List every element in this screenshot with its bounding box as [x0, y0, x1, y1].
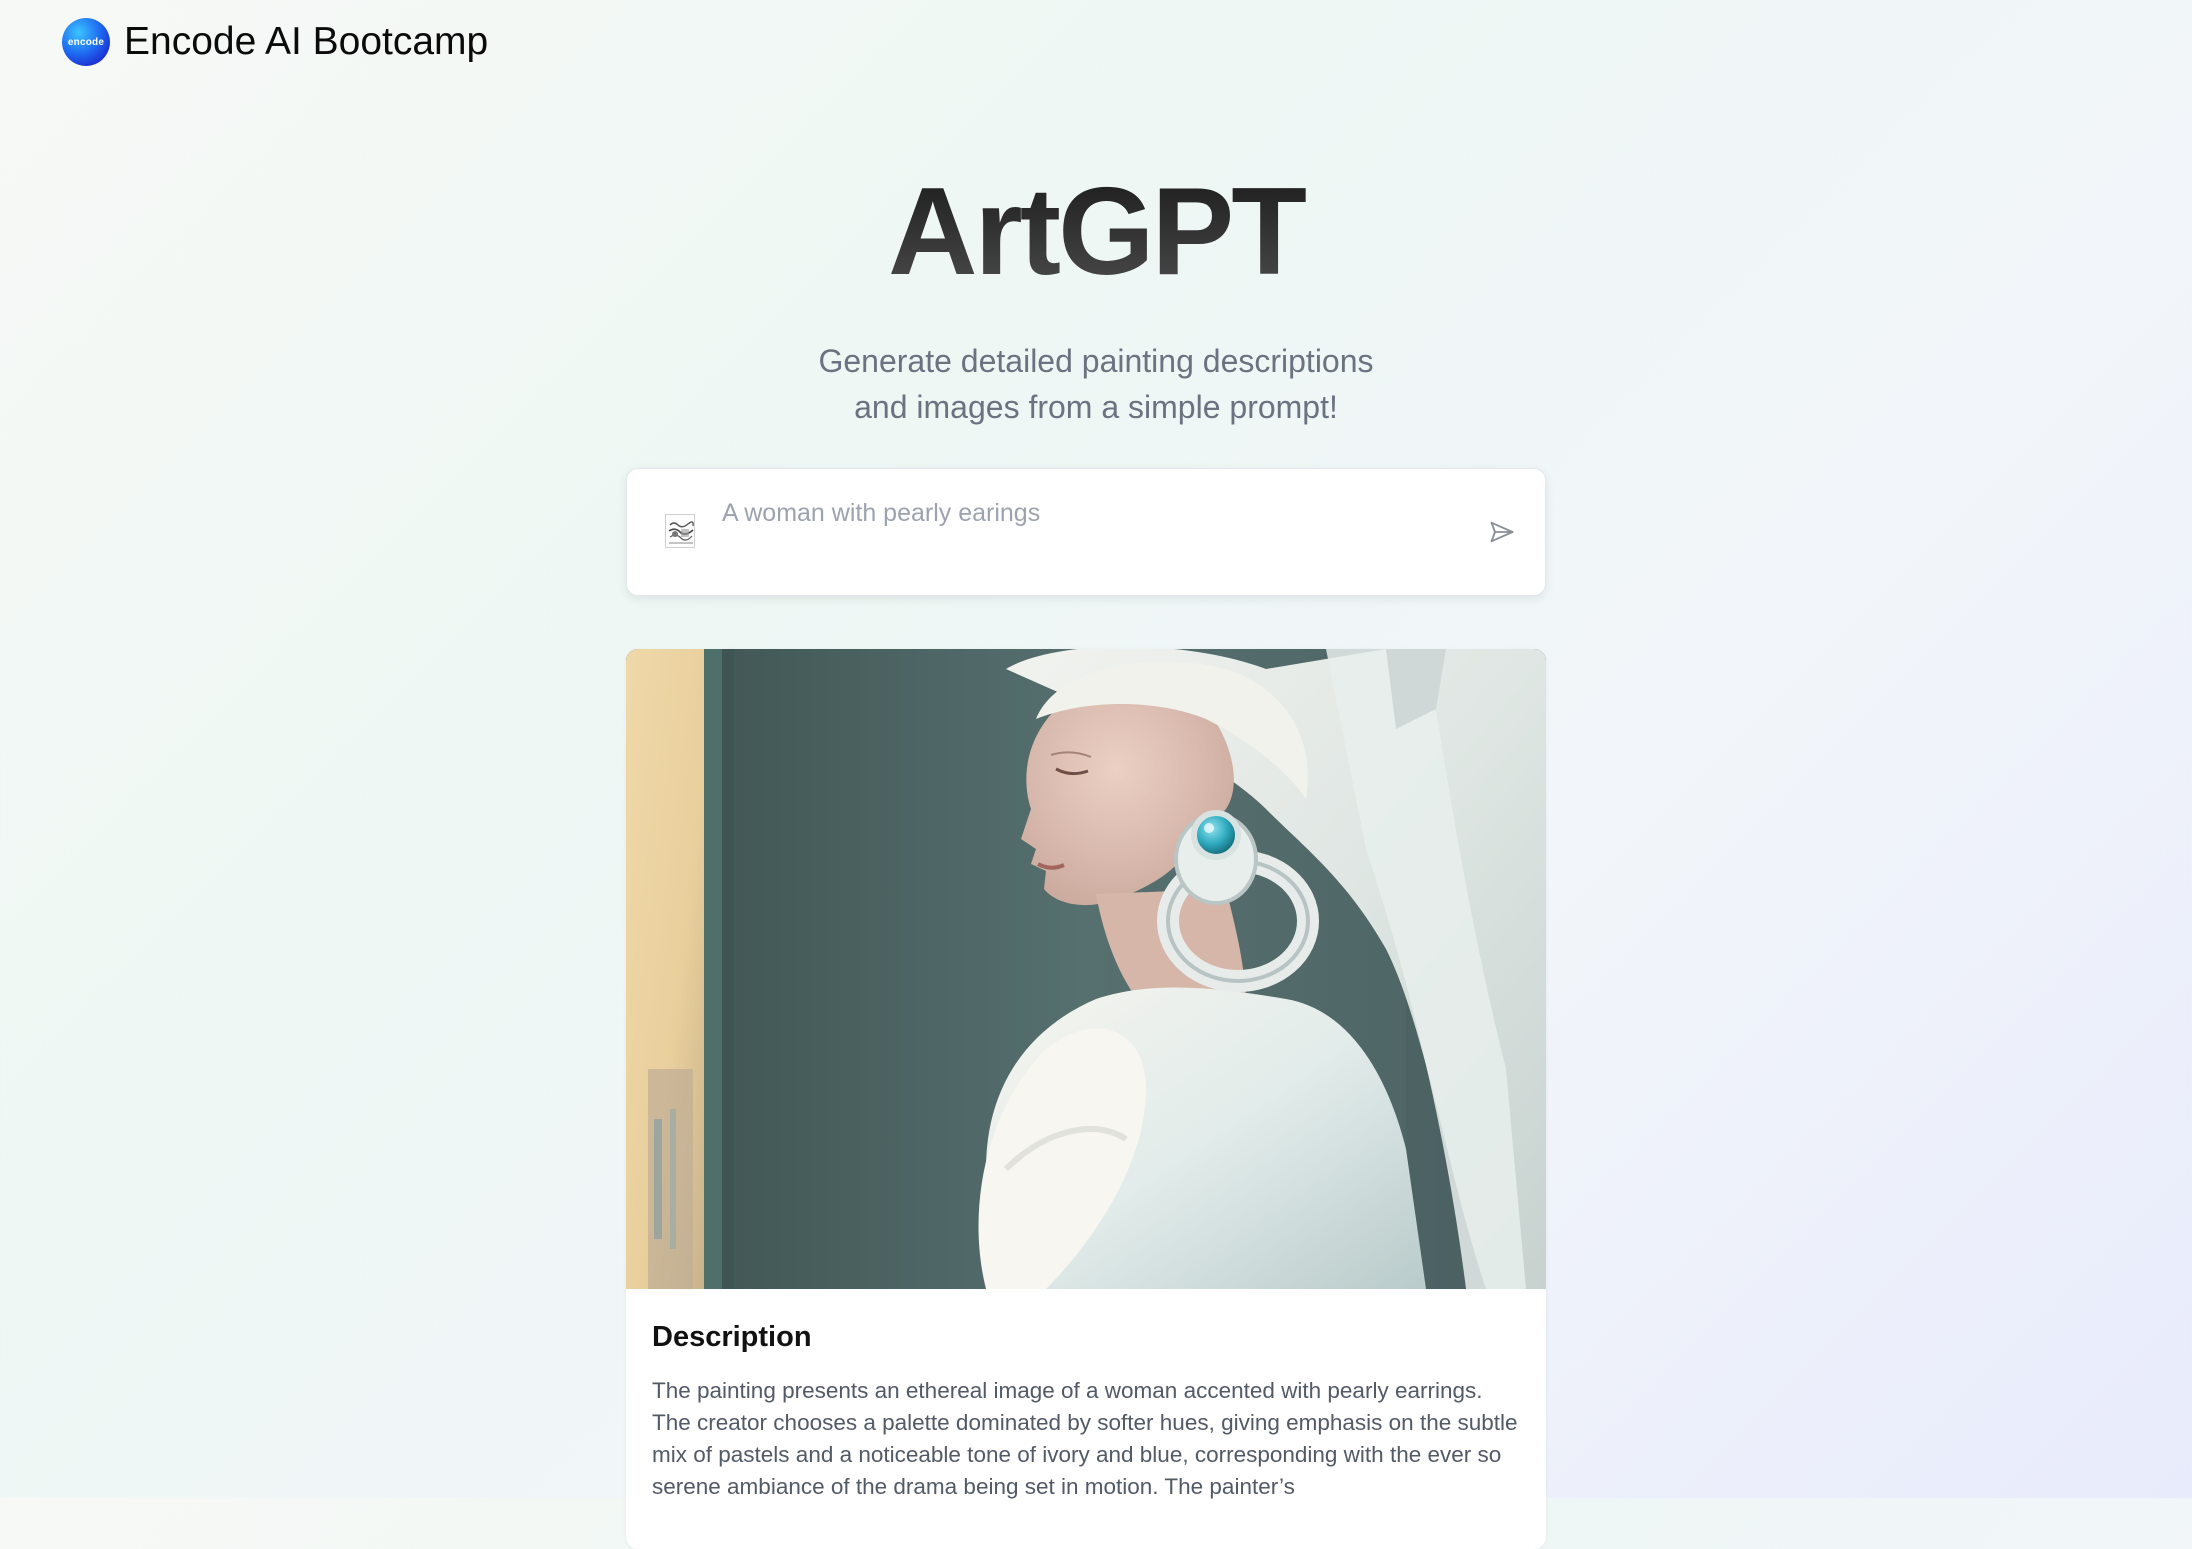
logo-text: encode [67, 36, 105, 48]
subtitle-line-2: and images from a simple prompt! [854, 389, 1338, 425]
image-thumbnail-icon [665, 514, 695, 548]
page-subtitle: Generate detailed painting descriptions … [0, 338, 2192, 430]
subtitle-line-1: Generate detailed painting descriptions [818, 343, 1374, 379]
encode-logo-icon: encode [62, 18, 110, 66]
prompt-form [626, 468, 1546, 596]
description-text: The painting presents an ethereal image … [652, 1378, 1518, 1499]
brand-name: Encode AI Bootcamp [124, 20, 489, 63]
page-title: ArtGPT [0, 170, 2192, 294]
send-icon [1490, 521, 1514, 543]
brand[interactable]: encode Encode AI Bootcamp [62, 18, 488, 66]
description-heading: Description [652, 1321, 812, 1353]
send-button[interactable] [1485, 515, 1519, 549]
result-card: Description The painting presents an eth… [626, 649, 1546, 1549]
generated-painting-image [626, 649, 1546, 1289]
prompt-input[interactable] [722, 493, 1442, 533]
